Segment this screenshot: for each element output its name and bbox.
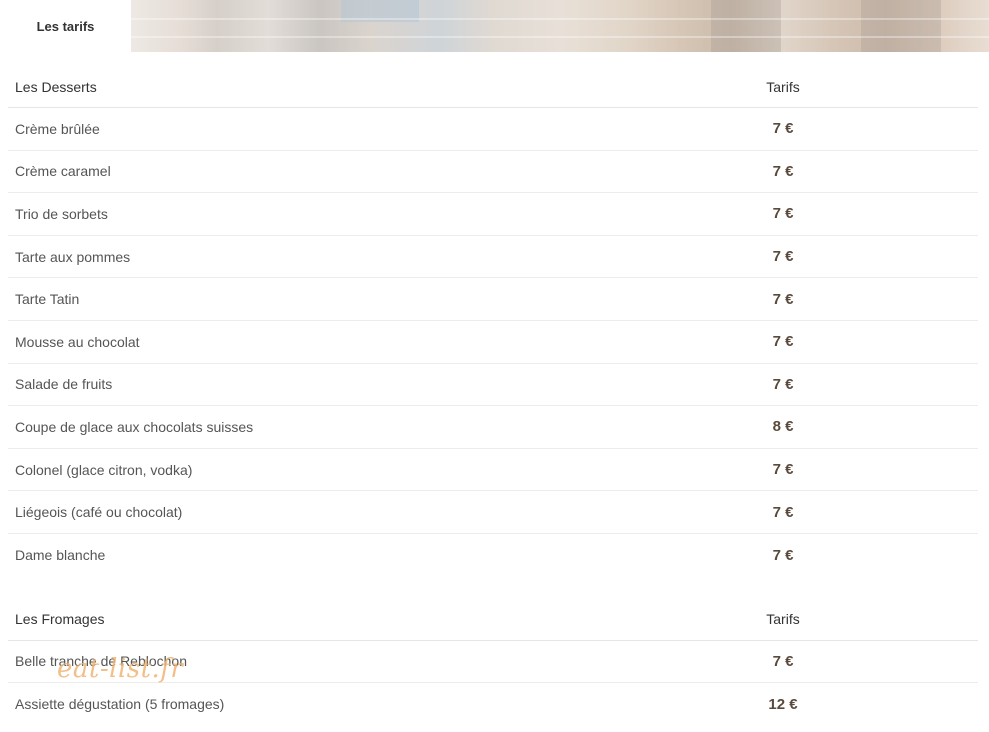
menu-row: Dame blanche 7 € xyxy=(8,534,978,577)
item-price: 7 € xyxy=(772,503,794,521)
item-price: 8 € xyxy=(772,418,794,436)
menu-row: Liégeois (café ou chocolat) 7 € xyxy=(8,491,978,534)
item-name: Assiette dégustation (5 fromages) xyxy=(15,696,225,713)
menu-row: Assiette dégustation (5 fromages) 12 € xyxy=(8,683,978,726)
item-price: 7 € xyxy=(772,652,794,670)
menu-price-list: Les Desserts Tarifs Crème brûlée 7 € Crè… xyxy=(8,66,978,726)
menu-row: Mousse au chocolat 7 € xyxy=(8,321,978,364)
menu-row: Tarte Tatin 7 € xyxy=(8,278,978,321)
item-price: 7 € xyxy=(772,375,794,393)
section-header-fromages: Les Fromages Tarifs xyxy=(8,599,978,641)
section-title: Les Fromages xyxy=(15,611,105,628)
item-name: Liégeois (café ou chocolat) xyxy=(15,504,183,521)
item-name: Dame blanche xyxy=(15,547,106,564)
section-header-desserts: Les Desserts Tarifs xyxy=(8,66,978,108)
header-banner-image xyxy=(131,0,989,52)
item-price: 7 € xyxy=(772,120,794,138)
item-name: Trio de sorbets xyxy=(15,205,108,222)
item-price: 7 € xyxy=(772,205,794,223)
item-name: Salade de fruits xyxy=(15,376,113,393)
tab-les-tarifs[interactable]: Les tarifs xyxy=(0,0,131,52)
item-name: Tarte aux pommes xyxy=(15,248,131,265)
item-price: 7 € xyxy=(772,333,794,351)
banner-chalkboard xyxy=(711,0,781,52)
item-name: Coupe de glace aux chocolats suisses xyxy=(15,418,254,435)
item-price: 7 € xyxy=(772,162,794,180)
menu-row: Colonel (glace citron, vodka) 7 € xyxy=(8,449,978,492)
item-price: 7 € xyxy=(772,290,794,308)
item-price: 7 € xyxy=(772,461,794,479)
banner-shelf xyxy=(131,36,989,38)
section-title: Les Desserts xyxy=(15,78,97,95)
banner-chalkboard xyxy=(861,0,941,52)
menu-row: Trio de sorbets 7 € xyxy=(8,193,978,236)
item-name: Tarte Tatin xyxy=(15,291,80,308)
menu-row: Crème brûlée 7 € xyxy=(8,108,978,151)
item-price: 7 € xyxy=(772,248,794,266)
top-bar: Les tarifs xyxy=(0,0,989,52)
item-name: Colonel (glace citron, vodka) xyxy=(15,461,193,478)
price-column-header: Tarifs xyxy=(766,611,800,628)
item-name: Crème brûlée xyxy=(15,120,100,137)
item-name: Mousse au chocolat xyxy=(15,333,140,350)
menu-row: Crème caramel 7 € xyxy=(8,151,978,194)
watermark-logo: eat-list.fr xyxy=(57,654,184,684)
item-name: Crème caramel xyxy=(15,163,111,180)
item-price: 12 € xyxy=(768,695,798,713)
menu-row: Tarte aux pommes 7 € xyxy=(8,236,978,279)
item-price: 7 € xyxy=(772,546,794,564)
banner-shelf xyxy=(131,18,989,20)
menu-row: Salade de fruits 7 € xyxy=(8,364,978,407)
menu-row: Coupe de glace aux chocolats suisses 8 € xyxy=(8,406,978,449)
price-column-header: Tarifs xyxy=(766,78,800,95)
